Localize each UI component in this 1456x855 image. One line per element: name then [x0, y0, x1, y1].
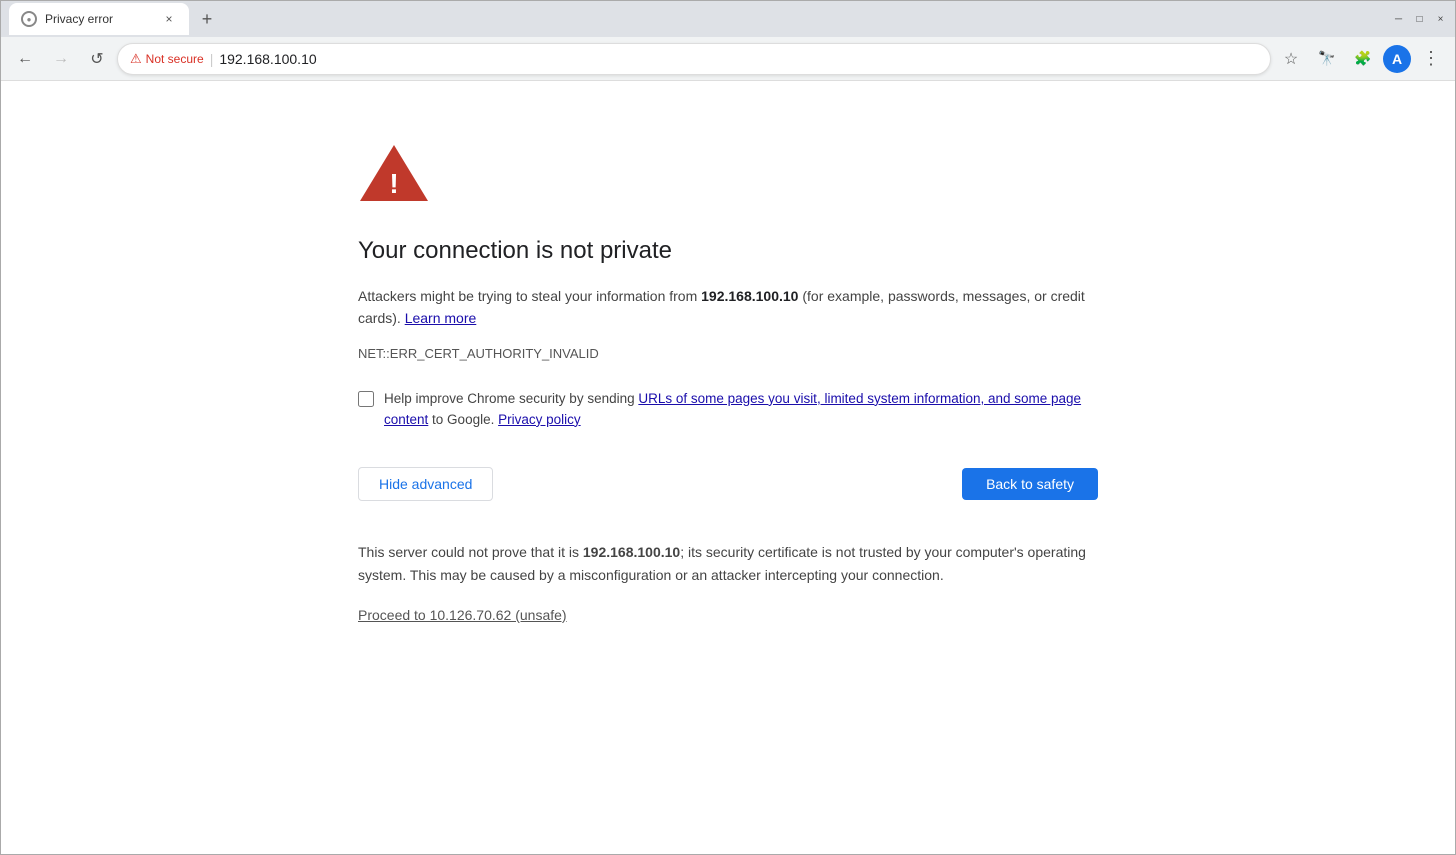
error-domain: 192.168.100.10 — [701, 288, 798, 304]
extensions-button[interactable]: 🔭 — [1311, 43, 1343, 75]
error-description: Attackers might be trying to steal your … — [358, 285, 1098, 330]
puzzle-icon: 🧩 — [1354, 50, 1371, 67]
bookmark-button[interactable]: ☆ — [1275, 43, 1307, 75]
title-bar-left: ● Privacy error × + — [9, 3, 1388, 35]
advanced-prefix: This server could not prove that it is — [358, 544, 583, 560]
nav-right-controls: ☆ 🔭 🧩 A ⋮ — [1275, 43, 1447, 75]
menu-icon: ⋮ — [1422, 48, 1440, 69]
reload-button[interactable]: ↺ — [81, 43, 113, 75]
error-code: NET::ERR_CERT_AUTHORITY_INVALID — [358, 346, 1098, 361]
browser-tab[interactable]: ● Privacy error × — [9, 3, 189, 35]
profile-avatar[interactable]: A — [1383, 45, 1411, 73]
warning-triangle-icon: ⚠ — [130, 51, 142, 67]
address-bar[interactable]: ⚠ Not secure | 192.168.100.10 — [117, 43, 1271, 75]
navigation-bar: ← → ↺ ⚠ Not secure | 192.168.100.10 ☆ 🔭 … — [1, 37, 1455, 81]
description-prefix: Attackers might be trying to steal your … — [358, 288, 701, 304]
checkbox-row: Help improve Chrome security by sending … — [358, 389, 1098, 431]
back-button[interactable]: ← — [9, 43, 41, 75]
minimize-button[interactable]: ─ — [1392, 13, 1405, 26]
puzzle-button[interactable]: 🧩 — [1347, 43, 1379, 75]
window-controls: ─ □ × — [1392, 13, 1447, 26]
privacy-policy-link[interactable]: Privacy policy — [498, 412, 581, 427]
address-text: 192.168.100.10 — [219, 51, 316, 67]
error-container: ! Your connection is not private Attacke… — [358, 141, 1098, 625]
back-icon: ← — [17, 50, 33, 68]
tab-title: Privacy error — [45, 12, 153, 26]
advanced-domain: 192.168.100.10 — [583, 544, 680, 560]
proceed-link[interactable]: Proceed to 10.126.70.62 (unsafe) — [358, 607, 567, 623]
checkbox-prefix: Help improve Chrome security by sending — [384, 391, 638, 406]
svg-text:!: ! — [389, 168, 398, 199]
button-row: Hide advanced Back to safety — [358, 467, 1098, 501]
checkbox-label: Help improve Chrome security by sending … — [384, 389, 1098, 431]
advanced-description: This server could not prove that it is 1… — [358, 541, 1098, 587]
new-tab-button[interactable]: + — [193, 5, 221, 33]
reload-icon: ↺ — [90, 49, 103, 69]
warning-triangle-graphic: ! — [358, 141, 430, 204]
window-close-button[interactable]: × — [1434, 13, 1447, 26]
tab-close-button[interactable]: × — [161, 11, 177, 27]
address-separator: | — [210, 51, 214, 67]
title-bar: ● Privacy error × + ─ □ × — [1, 1, 1455, 37]
checkbox-suffix: to Google. — [428, 412, 494, 427]
back-to-safety-button[interactable]: Back to safety — [962, 468, 1098, 500]
tab-favicon: ● — [21, 11, 37, 27]
page-content: ! Your connection is not private Attacke… — [1, 81, 1455, 854]
forward-button[interactable]: → — [45, 43, 77, 75]
not-secure-label: Not secure — [146, 52, 204, 66]
security-checkbox[interactable] — [358, 391, 374, 407]
security-warning: ⚠ Not secure — [130, 51, 204, 67]
hide-advanced-button[interactable]: Hide advanced — [358, 467, 493, 501]
browser-window: ● Privacy error × + ─ □ × ← → ↺ ⚠ Not se… — [0, 0, 1456, 855]
maximize-button[interactable]: □ — [1413, 13, 1426, 26]
menu-button[interactable]: ⋮ — [1415, 43, 1447, 75]
error-heading: Your connection is not private — [358, 237, 1098, 265]
extensions-icon: 🔭 — [1318, 50, 1335, 67]
star-icon: ☆ — [1284, 49, 1298, 69]
forward-icon: → — [53, 50, 69, 68]
learn-more-link[interactable]: Learn more — [405, 310, 477, 326]
